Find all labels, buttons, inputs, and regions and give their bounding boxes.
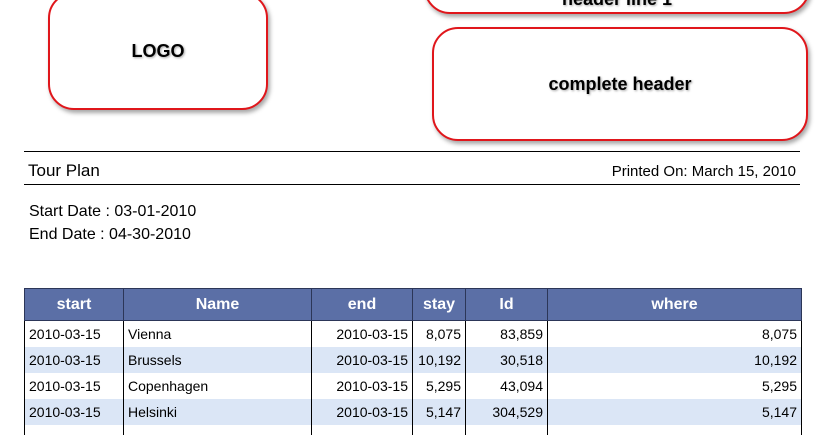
- cell-start: 2010-03-15: [24, 320, 124, 347]
- cell-name: Helsinki: [123, 399, 312, 425]
- cell-start: 2010-03-15: [24, 373, 124, 399]
- table-row: 2010-03-15 Brussels 2010-03-15 10,192 30…: [24, 347, 802, 373]
- cell-end: 2010-03-15: [311, 399, 413, 425]
- column-header-stay[interactable]: stay: [412, 288, 466, 321]
- cell-id: 43,094: [465, 373, 548, 399]
- report-title: Tour Plan: [28, 161, 100, 180]
- header-line-placeholder: header line 1: [424, 0, 810, 14]
- cell-empty: [311, 425, 413, 435]
- header-line-label: header line 1: [562, 0, 672, 10]
- tour-table: start Name end stay Id where 2010-03-15 …: [24, 288, 802, 435]
- cell-where: 5,295: [547, 373, 802, 399]
- cell-where: 5,147: [547, 399, 802, 425]
- cell-id: 304,529: [465, 399, 548, 425]
- cell-name: Vienna: [123, 320, 312, 347]
- table-row: 2010-03-15 Vienna 2010-03-15 8,075 83,85…: [24, 320, 802, 347]
- end-date: End Date : 04-30-2010: [29, 226, 191, 243]
- printed-on-date: Printed On: March 15, 2010: [611, 163, 796, 180]
- table-header-row: start Name end stay Id where: [24, 288, 802, 321]
- table-row: 2010-03-15 Helsinki 2010-03-15 5,147 304…: [24, 399, 802, 425]
- logo-placeholder: LOGO: [48, 0, 268, 110]
- column-header-where[interactable]: where: [547, 288, 802, 321]
- complete-header-label: complete header: [548, 73, 692, 94]
- cell-empty: [412, 425, 466, 435]
- cell-empty: [547, 425, 802, 435]
- cell-empty: [123, 425, 312, 435]
- cell-end: 2010-03-15: [311, 320, 413, 347]
- table-row: 2010-03-15 Copenhagen 2010-03-15 5,295 4…: [24, 373, 802, 399]
- column-header-id[interactable]: Id: [465, 288, 548, 321]
- date-range: Start Date : 03-01-2010 End Date : 04-30…: [29, 200, 196, 246]
- column-header-start[interactable]: start: [24, 288, 124, 321]
- cell-where: 8,075: [547, 320, 802, 347]
- complete-header-placeholder: complete header: [432, 27, 808, 141]
- cell-stay: 5,147: [412, 399, 466, 425]
- cell-name: Brussels: [123, 347, 312, 373]
- column-header-end[interactable]: end: [311, 288, 413, 321]
- cell-empty: [24, 425, 124, 435]
- cell-stay: 8,075: [412, 320, 466, 347]
- cell-id: 83,859: [465, 320, 548, 347]
- cell-name: Copenhagen: [123, 373, 312, 399]
- cell-id: 30,518: [465, 347, 548, 373]
- cell-empty: [465, 425, 548, 435]
- table-row-partial: [24, 425, 802, 435]
- cell-end: 2010-03-15: [311, 373, 413, 399]
- cell-stay: 5,295: [412, 373, 466, 399]
- cell-start: 2010-03-15: [24, 347, 124, 373]
- cell-where: 10,192: [547, 347, 802, 373]
- report-title-bar: Tour Plan Printed On: March 15, 2010: [24, 151, 800, 185]
- logo-label: LOGO: [131, 40, 185, 61]
- cell-stay: 10,192: [412, 347, 466, 373]
- cell-start: 2010-03-15: [24, 399, 124, 425]
- column-header-name[interactable]: Name: [123, 288, 312, 321]
- start-date: Start Date : 03-01-2010: [29, 203, 197, 220]
- cell-end: 2010-03-15: [311, 347, 413, 373]
